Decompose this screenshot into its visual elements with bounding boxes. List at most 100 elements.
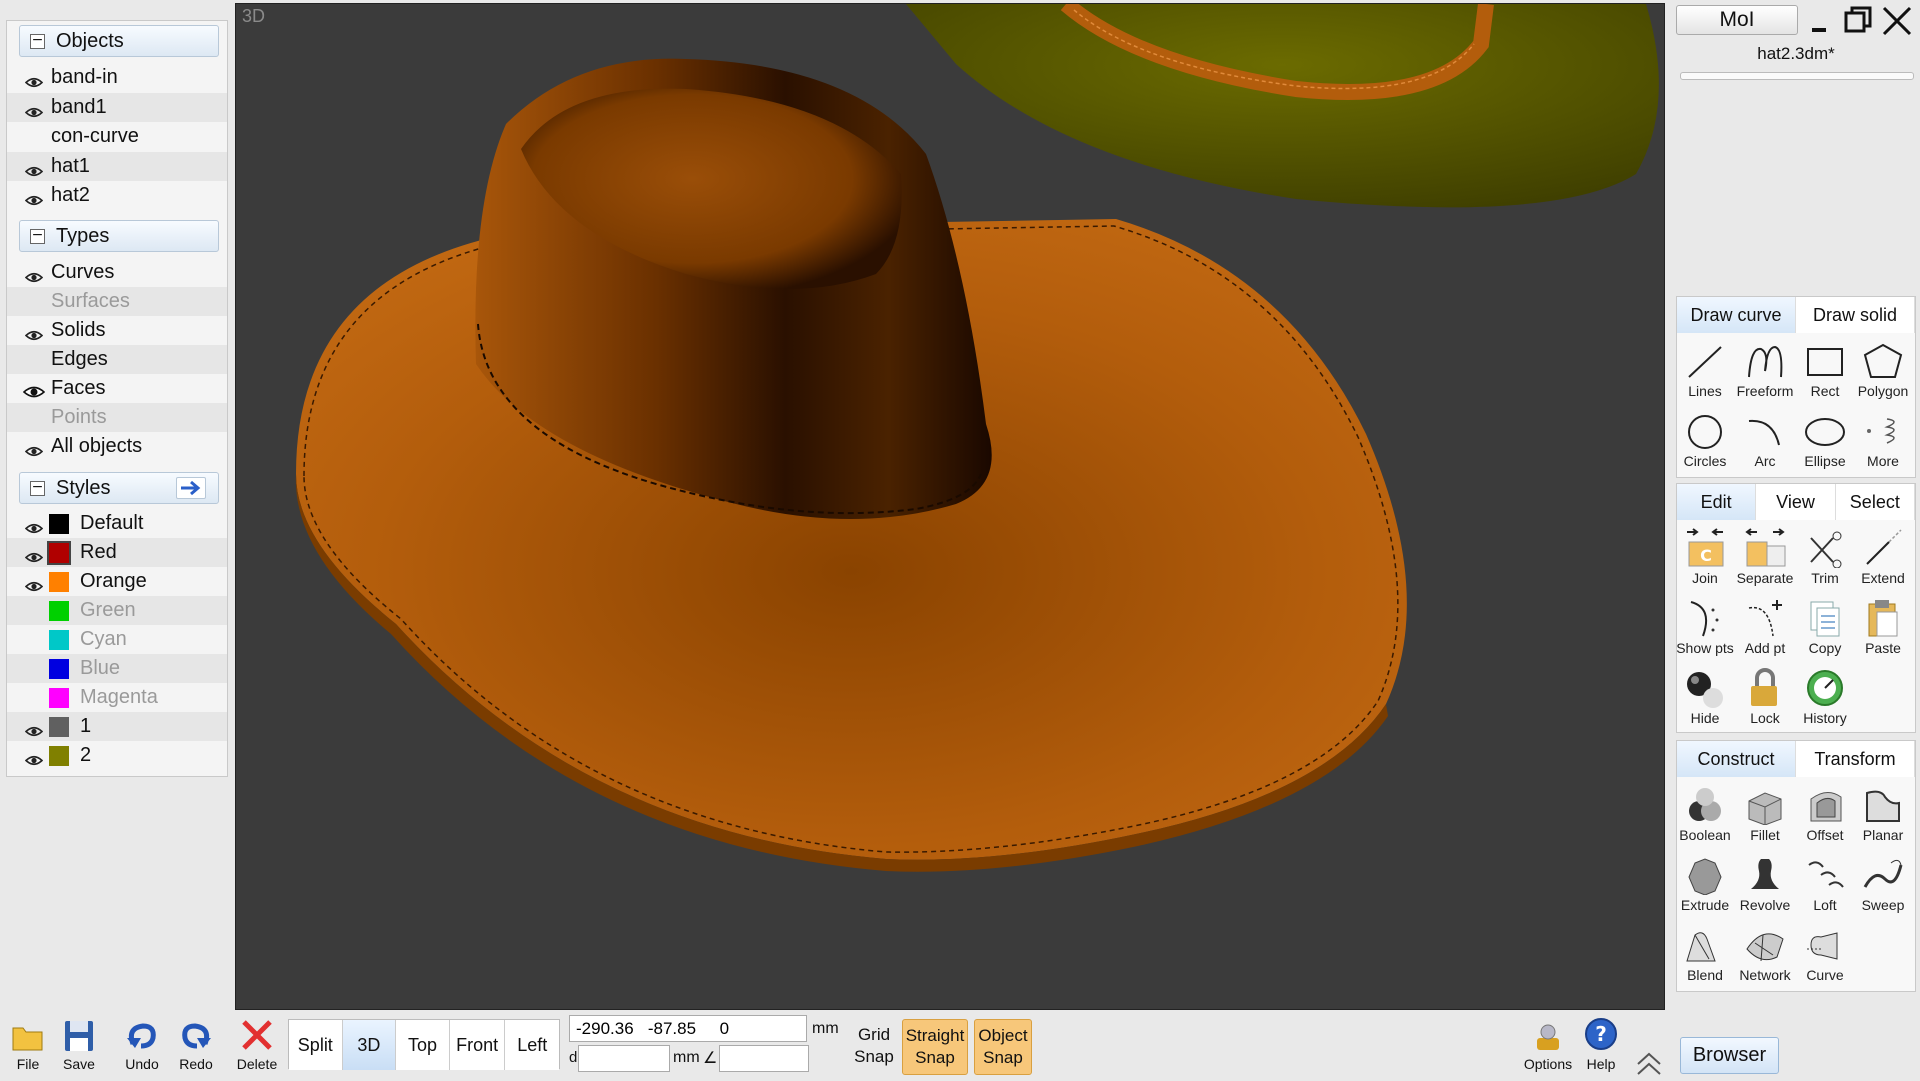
eye-icon[interactable] [24, 546, 44, 563]
tool-paste[interactable]: Paste [1853, 596, 1913, 664]
browser-button[interactable]: Browser [1680, 1037, 1779, 1074]
tool-revolve[interactable]: Revolve [1735, 853, 1795, 921]
color-swatch[interactable] [49, 630, 69, 650]
style-list-item[interactable]: Green [7, 596, 227, 625]
maximize-icon[interactable] [1842, 4, 1874, 36]
eye-icon[interactable] [24, 266, 44, 283]
style-list-item[interactable]: Blue [7, 654, 227, 683]
tool-extrude[interactable]: Extrude [1675, 853, 1735, 921]
grid-snap-toggle[interactable]: Grid Snap [848, 1019, 900, 1075]
eye-icon[interactable] [22, 381, 46, 398]
tool-boolean[interactable]: Boolean [1675, 783, 1735, 851]
eye-icon[interactable] [24, 517, 44, 534]
type-list-item[interactable]: Points [7, 403, 227, 432]
view-top-button[interactable]: Top [396, 1020, 450, 1070]
eye-icon[interactable] [24, 101, 44, 117]
eye-icon[interactable] [24, 575, 44, 592]
styles-edit-arrow-icon[interactable] [176, 477, 206, 499]
tool-circles[interactable]: Circles [1675, 409, 1735, 477]
tool-planar[interactable]: Planar [1853, 783, 1913, 851]
tab-edit[interactable]: Edit [1677, 484, 1757, 520]
coordinate-input[interactable] [569, 1015, 807, 1042]
type-list-item[interactable]: Surfaces [7, 287, 227, 316]
tool-curve[interactable]: Curve [1795, 923, 1855, 991]
tab-view[interactable]: View [1756, 484, 1836, 520]
view-left-button[interactable]: Left [505, 1020, 560, 1070]
tool-history[interactable]: History [1795, 666, 1855, 734]
style-list-item[interactable]: Magenta [7, 683, 227, 712]
eye-icon[interactable] [24, 440, 44, 457]
styles-section-header[interactable]: − Styles [19, 472, 219, 504]
color-swatch[interactable] [49, 601, 69, 621]
type-list-item[interactable]: Curves [7, 258, 227, 287]
object-list-item[interactable]: band-in [7, 63, 227, 92]
tool-lock[interactable]: Lock [1735, 666, 1795, 734]
eye-icon[interactable] [24, 71, 44, 88]
tool-join[interactable]: C Join [1675, 526, 1735, 594]
style-list-item[interactable]: Cyan [7, 625, 227, 654]
redo-button[interactable]: Redo [168, 1016, 224, 1078]
tool-fillet[interactable]: Fillet [1735, 783, 1795, 851]
type-list-item[interactable]: Faces [7, 374, 227, 403]
object-list-item[interactable]: hat1 [7, 151, 227, 181]
types-section-header[interactable]: − Types [19, 220, 219, 252]
tab-transform[interactable]: Transform [1796, 741, 1915, 777]
eye-icon[interactable] [24, 749, 44, 766]
tool-rect[interactable]: Rect [1795, 339, 1855, 407]
object-list-item[interactable]: hat2 [7, 181, 227, 210]
tab-construct[interactable]: Construct [1677, 741, 1796, 777]
tab-draw-solid[interactable]: Draw solid [1796, 297, 1915, 333]
tab-select[interactable]: Select [1835, 484, 1915, 520]
collapse-icon[interactable]: − [30, 480, 45, 496]
type-list-item[interactable]: All objects [7, 432, 227, 461]
object-list-item[interactable]: con-curve [7, 122, 227, 151]
chevron-up-icon[interactable] [1634, 1046, 1664, 1076]
objects-section-header[interactable]: − Objects [19, 25, 219, 57]
eye-icon[interactable] [24, 324, 44, 341]
tool-more[interactable]: More [1853, 409, 1913, 477]
tool-arc[interactable]: Arc [1735, 409, 1795, 477]
tool-freeform[interactable]: Freeform [1735, 339, 1795, 407]
style-list-item[interactable]: Default [7, 509, 227, 538]
tool-copy[interactable]: Copy [1795, 596, 1855, 664]
view-front-button[interactable]: Front [449, 1020, 506, 1070]
3d-viewport[interactable]: 3D [235, 3, 1665, 1010]
eye-icon[interactable] [24, 189, 44, 206]
object-snap-toggle[interactable]: Object Snap [974, 1019, 1032, 1075]
app-name-button[interactable]: MoI [1676, 5, 1798, 35]
tool-sweep[interactable]: Sweep [1853, 853, 1913, 921]
view-split-button[interactable]: Split [289, 1020, 343, 1070]
object-list-item[interactable]: band1 [7, 92, 227, 122]
eye-icon[interactable] [24, 720, 44, 737]
type-list-item[interactable]: Solids [7, 316, 227, 345]
tab-draw-curve[interactable]: Draw curve [1677, 297, 1796, 333]
straight-snap-toggle[interactable]: Straight Snap [902, 1019, 968, 1075]
tool-ellipse[interactable]: Ellipse [1795, 409, 1855, 477]
tool-network[interactable]: Network [1735, 923, 1795, 991]
file-button[interactable]: File [0, 1016, 56, 1078]
color-swatch[interactable] [49, 572, 69, 592]
color-swatch[interactable] [47, 541, 71, 565]
tool-polygon[interactable]: Polygon [1853, 339, 1913, 407]
view-3d-button[interactable]: 3D [342, 1020, 397, 1070]
color-swatch[interactable] [49, 746, 69, 766]
tool-trim[interactable]: Trim [1795, 526, 1855, 594]
eye-icon[interactable] [24, 160, 44, 176]
color-swatch[interactable] [49, 659, 69, 679]
tool-lines[interactable]: Lines [1675, 339, 1735, 407]
undo-button[interactable]: Undo [114, 1016, 170, 1078]
color-swatch[interactable] [49, 688, 69, 708]
help-button[interactable]: ? Help [1574, 1016, 1628, 1078]
style-list-item[interactable]: 1 [7, 712, 227, 741]
tool-show-pts[interactable]: Show pts [1675, 596, 1735, 664]
minimize-icon[interactable] [1807, 10, 1837, 34]
close-icon[interactable] [1880, 4, 1914, 38]
color-swatch[interactable] [49, 514, 69, 534]
save-button[interactable]: Save [51, 1016, 107, 1078]
tool-separate[interactable]: Separate [1735, 526, 1795, 594]
type-list-item[interactable]: Edges [7, 345, 227, 374]
color-swatch[interactable] [49, 717, 69, 737]
style-list-item[interactable]: Red [7, 538, 227, 567]
tool-offset[interactable]: Offset [1795, 783, 1855, 851]
collapse-icon[interactable]: − [30, 33, 45, 49]
